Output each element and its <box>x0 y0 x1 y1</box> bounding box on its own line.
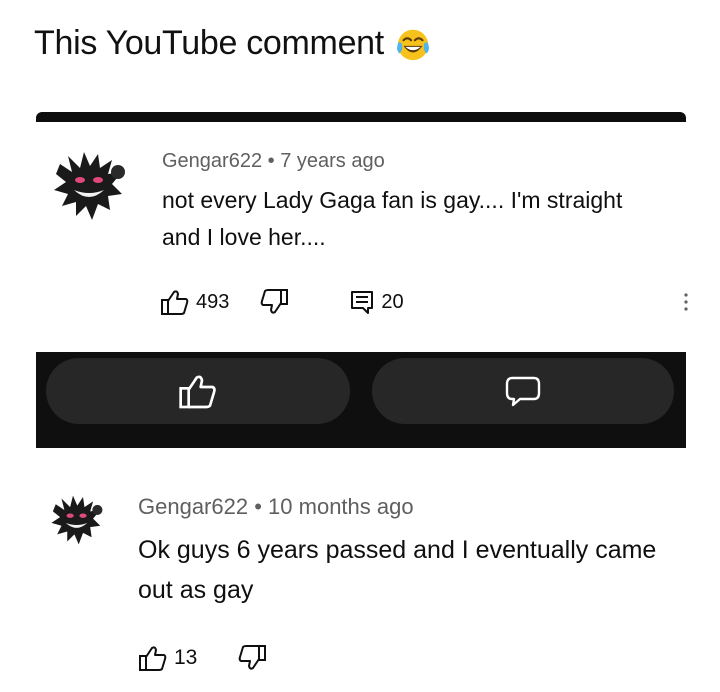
reply-count: 20 <box>381 290 404 313</box>
comment-actions: 13 <box>138 644 267 672</box>
top-divider-bar <box>36 112 686 122</box>
gengar-avatar[interactable] <box>52 150 130 222</box>
more-options-icon[interactable] <box>684 292 688 312</box>
meta-separator: • <box>267 150 275 172</box>
comment-actions: 493 20 <box>160 288 404 316</box>
thumbs-up-icon <box>179 375 216 409</box>
laughing-crying-emoji-icon <box>397 29 429 60</box>
like-count: 13 <box>174 646 198 669</box>
comment-text: not every Lady Gaga fan is gay.... I'm s… <box>162 187 623 250</box>
reply-action-bar <box>36 352 686 448</box>
reply-icon <box>351 291 374 314</box>
like-button[interactable]: 13 <box>138 644 197 672</box>
caption-text: This YouTube comment <box>34 24 384 62</box>
gengar-avatar[interactable] <box>50 494 106 546</box>
meme-caption: This YouTube comment <box>34 24 432 63</box>
like-button[interactable]: 493 <box>160 288 229 316</box>
thumbs-down-icon <box>239 645 267 670</box>
comment-bubble-icon <box>505 376 541 407</box>
thumbs-up-icon <box>139 646 167 671</box>
dislike-button[interactable] <box>237 644 267 672</box>
thumbs-down-icon <box>261 289 289 314</box>
comment-meta: Gengar622 • 7 years ago <box>162 150 385 173</box>
reply-pill-button[interactable] <box>372 358 674 424</box>
dislike-button[interactable] <box>259 288 289 316</box>
like-pill-button[interactable] <box>46 358 350 424</box>
meta-separator: • <box>254 494 262 519</box>
like-count: 493 <box>196 290 230 313</box>
comment-username[interactable]: Gengar622 <box>162 150 262 172</box>
comment-time[interactable]: 7 years ago <box>280 150 385 172</box>
thumbs-up-icon <box>161 290 189 315</box>
comment-text: Ok guys 6 years passed and I eventually … <box>138 536 657 604</box>
replies-button[interactable]: 20 <box>349 289 404 315</box>
comment-meta: Gengar622 • 10 months ago <box>138 494 414 520</box>
comment-username[interactable]: Gengar622 <box>138 494 248 519</box>
comment-time[interactable]: 10 months ago <box>268 494 414 519</box>
